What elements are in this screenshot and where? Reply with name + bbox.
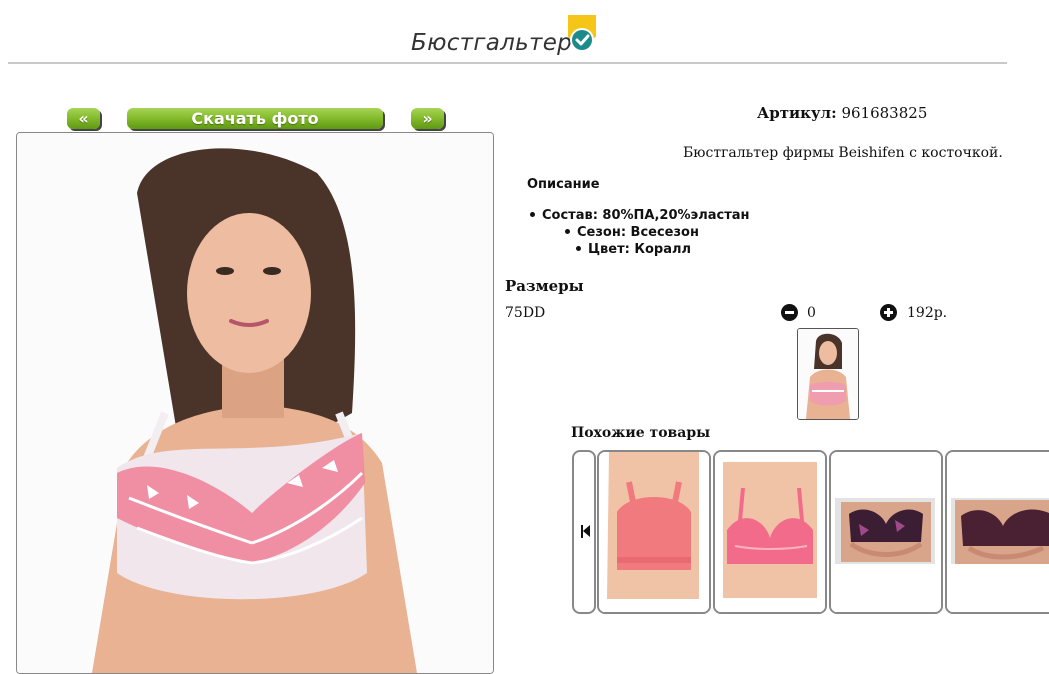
similar-carousel [572,450,1049,615]
title-divider [8,62,1007,64]
next-photo-button[interactable]: » [411,108,444,129]
page-header: Бюстгальтер [0,0,1049,70]
download-photo-button[interactable]: Скачать фото [127,108,383,129]
bullet-icon [565,229,570,234]
quantity-value: 0 [807,305,816,321]
plus-circle-icon[interactable] [880,304,897,321]
similar-item[interactable] [713,450,827,614]
product-image [17,133,493,673]
similar-heading: Похожие товары [571,425,711,441]
item-image [831,452,941,612]
size-label: 75DD [505,305,546,321]
item-image [715,452,825,612]
description-heading: Описание [527,177,600,192]
list-item: Цвет: Коралл [576,242,691,257]
article-label: Артикул: [757,104,837,122]
bullet-icon [530,212,535,217]
list-item: Сезон: Всесезон [565,225,699,240]
similar-item[interactable] [829,450,943,614]
photo-thumbnail[interactable] [797,328,859,420]
bullet-icon [576,246,581,251]
thumbnail-image [798,329,858,419]
page-title: Бюстгальтер [411,30,573,56]
list-item: Состав: 80%ПА,20%эластан [530,208,750,223]
sizes-heading: Размеры [505,277,584,295]
similar-item[interactable] [597,450,711,614]
minus-circle-icon[interactable] [781,304,798,321]
product-description: Бюстгальтер фирмы Beishifen с косточкой. [683,145,1003,161]
carousel-prev-button[interactable] [572,450,596,614]
similar-item[interactable] [945,450,1049,614]
price-value: 192р. [907,305,948,321]
item-image [947,452,1049,612]
item-image [599,452,709,612]
prev-photo-button[interactable]: « [67,108,100,129]
article-number: Артикул: 961683825 [757,104,927,122]
verified-check-icon [568,15,596,52]
article-value: 961683825 [841,104,928,122]
product-photo[interactable] [16,132,494,674]
